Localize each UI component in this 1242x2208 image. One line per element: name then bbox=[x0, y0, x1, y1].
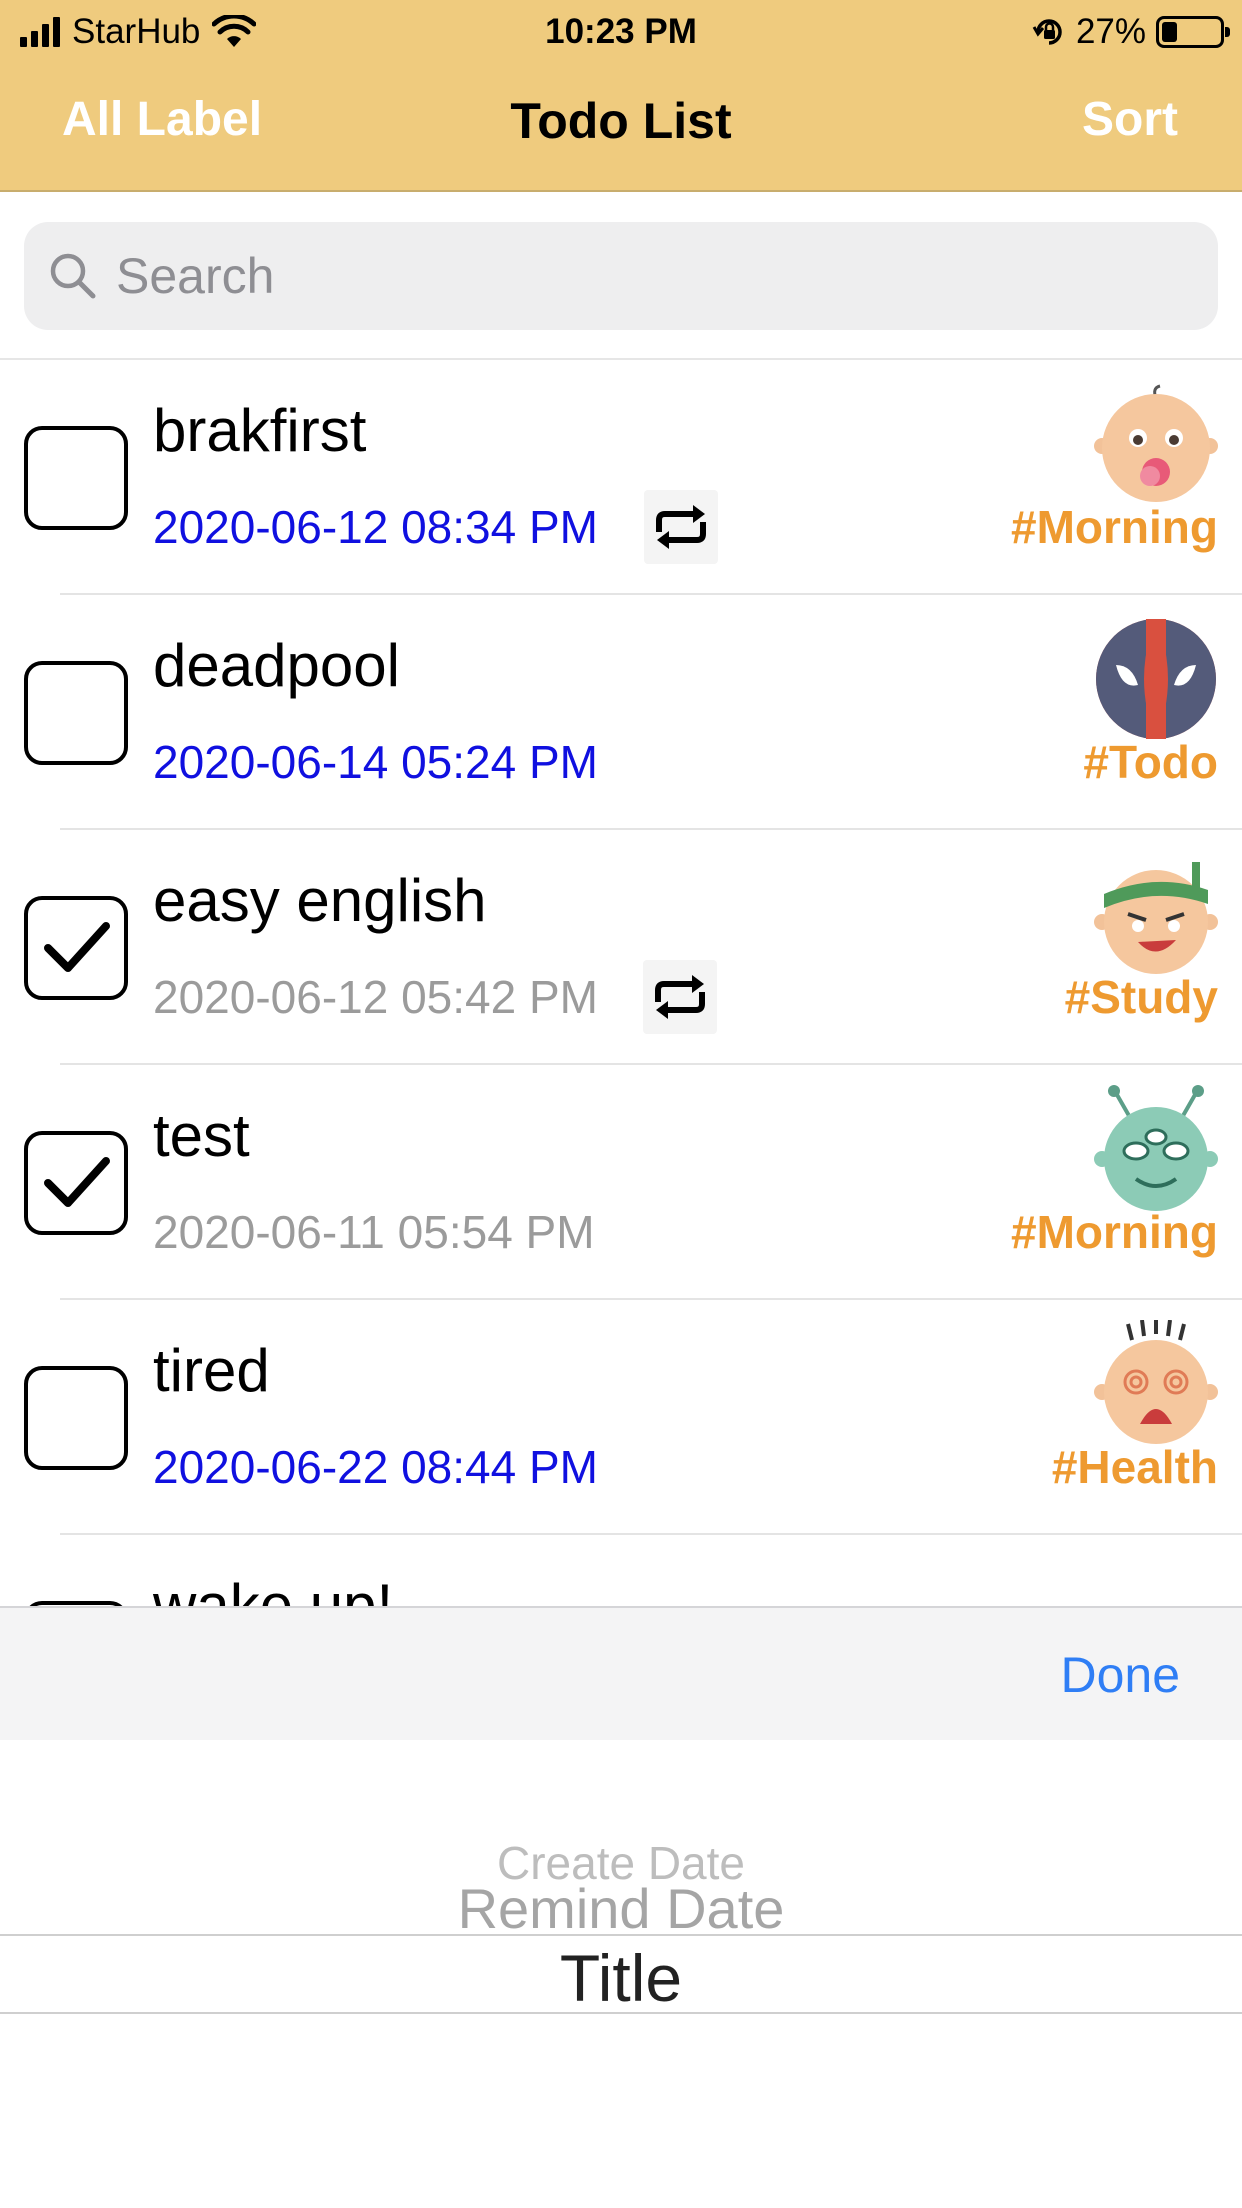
todo-label: #Todo bbox=[1083, 736, 1218, 788]
todo-title: easy english bbox=[153, 867, 487, 934]
todo-row[interactable]: wake up! bbox=[0, 1535, 1242, 1606]
search-bar[interactable] bbox=[24, 222, 1218, 330]
todo-row[interactable]: tired 2020-06-22 08:44 PM #Health bbox=[0, 1300, 1242, 1535]
sort-button[interactable]: Sort bbox=[1082, 92, 1178, 147]
todo-checkbox[interactable] bbox=[24, 426, 128, 530]
picker-option-remind-date[interactable]: Remind Date bbox=[0, 1876, 1242, 1941]
orientation-lock-icon bbox=[1032, 19, 1062, 45]
headband-face-avatar bbox=[1094, 862, 1218, 974]
todo-date: 2020-06-12 08:34 PM bbox=[153, 501, 598, 553]
battery-level bbox=[1162, 22, 1178, 42]
battery-icon bbox=[1156, 16, 1230, 48]
checkmark-icon bbox=[44, 922, 110, 972]
todo-title: deadpool bbox=[153, 632, 400, 699]
top-bar: StarHub 10:23 PM 27% All Label Todo List… bbox=[0, 0, 1242, 192]
picker-toolbar: Done bbox=[0, 1606, 1242, 1740]
todo-title: wake up! bbox=[153, 1572, 394, 1606]
todo-label: #Study bbox=[1064, 971, 1218, 1023]
todo-checkbox[interactable] bbox=[24, 896, 128, 1000]
search-input[interactable] bbox=[116, 247, 1116, 305]
todo-row[interactable]: easy english 2020-06-12 05:42 PM #Study bbox=[0, 830, 1242, 1065]
page-title: Todo List bbox=[510, 93, 732, 149]
todo-list: brakfirst 2020-06-12 08:34 PM #Morning d… bbox=[0, 360, 1242, 1606]
status-bar: StarHub 10:23 PM 27% bbox=[0, 0, 1242, 62]
checkmark-icon bbox=[44, 1157, 110, 1207]
todo-checkbox[interactable] bbox=[24, 661, 128, 765]
todo-row[interactable]: deadpool 2020-06-14 05:24 PM #Todo bbox=[0, 595, 1242, 830]
green-alien-avatar bbox=[1094, 1085, 1218, 1211]
todo-checkbox[interactable] bbox=[24, 1131, 128, 1235]
todo-row[interactable]: brakfirst 2020-06-12 08:34 PM #Morning bbox=[0, 360, 1242, 595]
sort-picker[interactable]: Create Date Remind Date Title bbox=[0, 1740, 1242, 2208]
todo-label: #Health bbox=[1051, 1441, 1218, 1493]
todo-date: 2020-06-14 05:24 PM bbox=[153, 736, 598, 788]
todo-date: 2020-06-22 08:44 PM bbox=[153, 1441, 598, 1493]
baby-pacifier-avatar bbox=[1094, 384, 1218, 502]
repeat-icon bbox=[643, 960, 717, 1034]
done-button[interactable]: Done bbox=[1060, 1646, 1180, 1704]
todo-title: test bbox=[153, 1102, 250, 1169]
todo-title: brakfirst bbox=[153, 397, 367, 464]
battery-percent: 27% bbox=[1075, 12, 1146, 51]
picker-option-title[interactable]: Title bbox=[0, 1940, 1242, 2016]
todo-date: 2020-06-11 05:54 PM bbox=[153, 1206, 595, 1258]
todo-date: 2020-06-12 05:42 PM bbox=[153, 971, 598, 1023]
todo-row[interactable]: test 2020-06-11 05:54 PM #Morning bbox=[0, 1065, 1242, 1300]
todo-label: #Morning bbox=[1011, 501, 1218, 553]
dizzy-face-avatar bbox=[1094, 1320, 1218, 1444]
deadpool-mask-avatar bbox=[1096, 619, 1216, 739]
todo-checkbox[interactable] bbox=[24, 1366, 128, 1470]
navigation-bar: All Label Todo List Sort bbox=[0, 62, 1242, 192]
search-icon bbox=[50, 253, 96, 299]
repeat-icon bbox=[644, 490, 718, 564]
todo-title: tired bbox=[153, 1337, 270, 1404]
todo-label: #Morning bbox=[1011, 1206, 1218, 1258]
search-section bbox=[0, 192, 1242, 360]
